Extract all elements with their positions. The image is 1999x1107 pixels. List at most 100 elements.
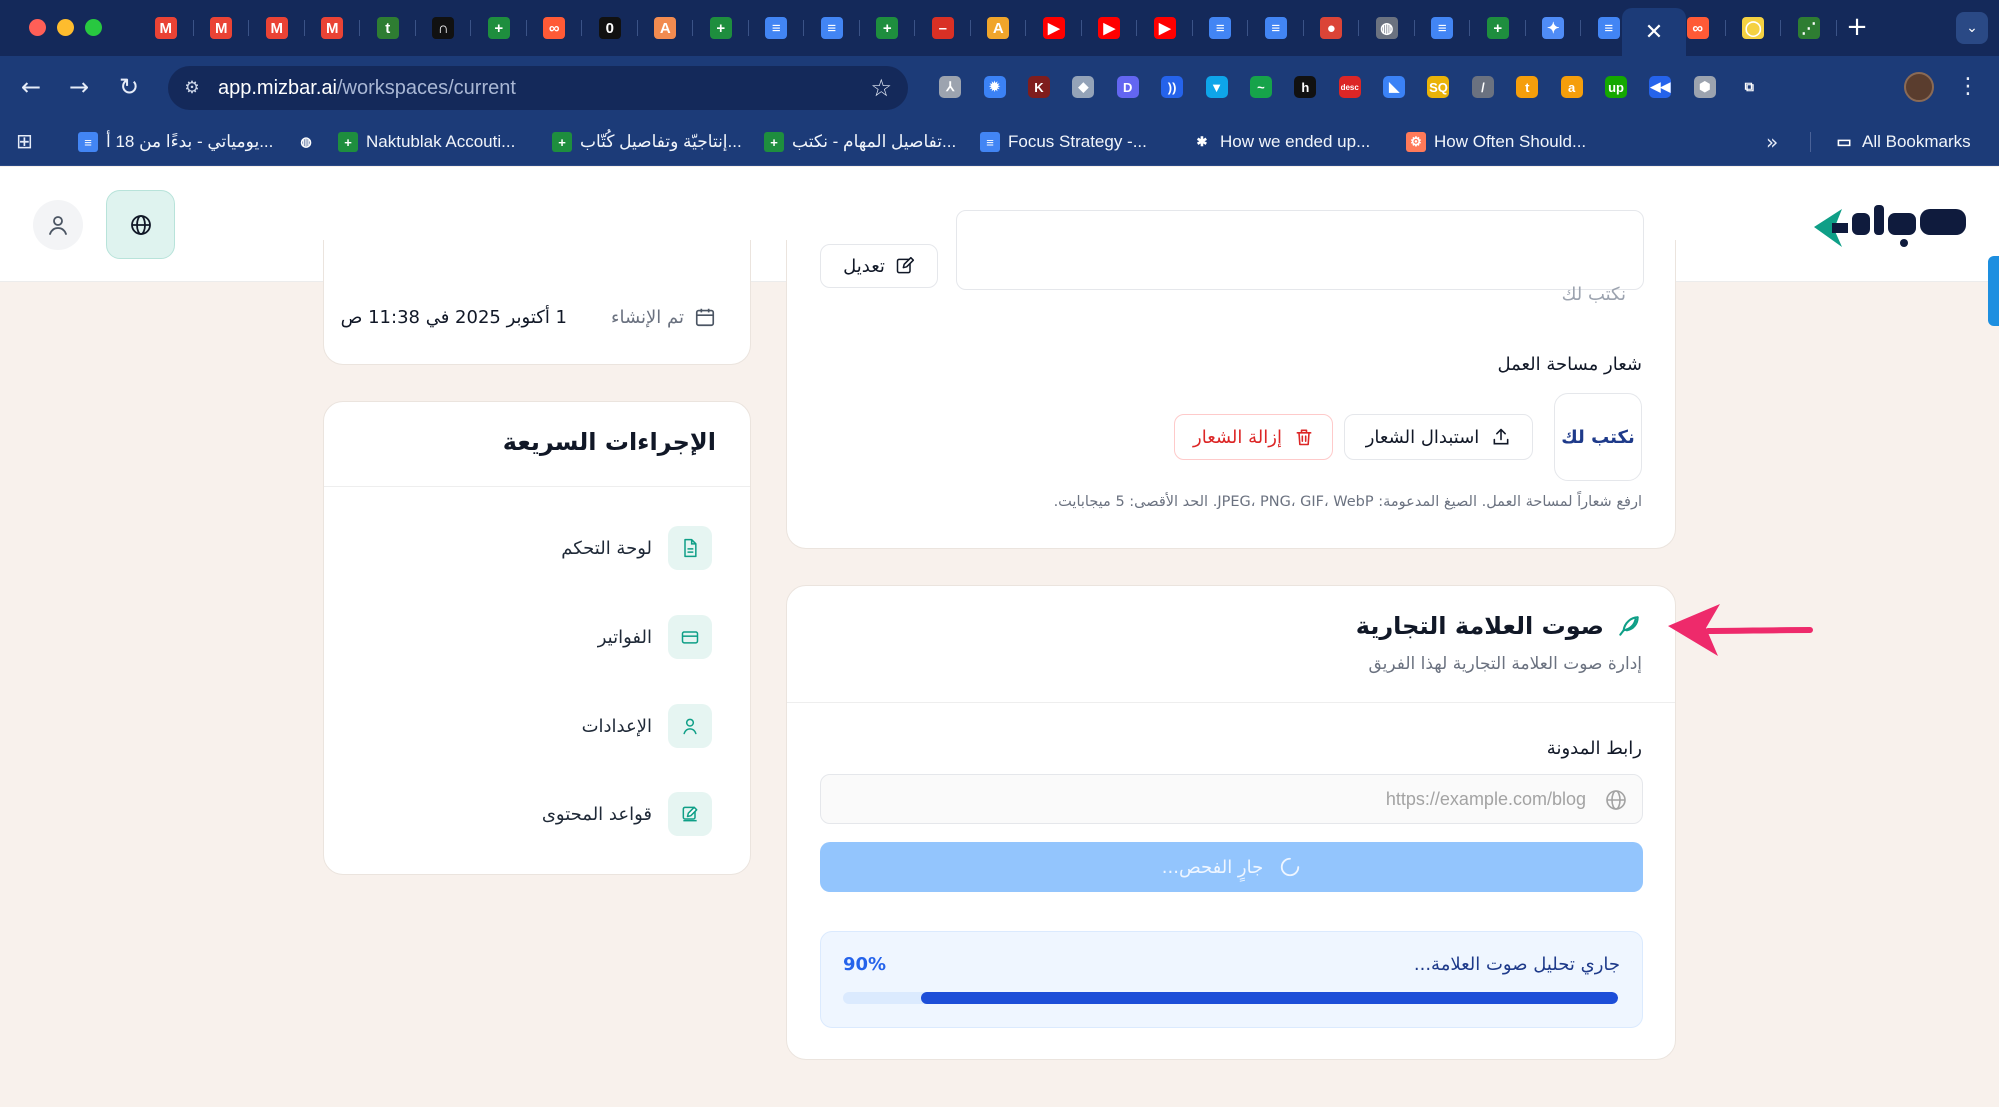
new-tab-button[interactable]: + [1842,12,1872,42]
language-button[interactable] [106,190,175,259]
browser-tab[interactable]: + [860,12,916,44]
browser-tab[interactable]: ≡ [1248,12,1304,44]
quick-action-invoices[interactable]: الفواتير [598,615,712,659]
browser-tab[interactable]: ∞ [527,12,583,44]
extension-button[interactable]: up [1594,72,1638,102]
browser-tab[interactable]: A [971,12,1027,44]
globe-icon [1606,790,1626,810]
browser-tab[interactable]: A [638,12,694,44]
quick-action-content-rules[interactable]: قواعد المحتوى [542,792,712,836]
extension-button[interactable]: K [1017,72,1061,102]
address-bar[interactable]: ⚙ app.mizbar.ai/workspaces/current ☆ [168,66,908,110]
user-menu-button[interactable] [33,200,83,250]
minimize-window-button[interactable] [57,19,74,36]
browser-tab[interactable]: – [915,12,971,44]
extension-button[interactable]: SQ [1416,72,1460,102]
workspace-name-box[interactable] [956,210,1644,290]
maximize-window-button[interactable] [85,19,102,36]
sheets-icon: + [552,132,572,152]
extension-button[interactable]: / [1461,72,1505,102]
extension-button[interactable]: D [1106,72,1150,102]
browser-tab[interactable]: ▶ [1082,12,1138,44]
browser-tab[interactable]: ▶ [1137,12,1193,44]
upload-icon [1493,428,1509,445]
browser-tab[interactable]: ◍ [1359,12,1415,44]
bookmark-item[interactable]: ≡ Focus Strategy -... [980,130,1147,154]
forward-button[interactable]: → [64,72,94,102]
extension-button[interactable]: ◀◀ [1638,72,1682,102]
bookmark-item[interactable]: + تفاصيل المهام - نكتب... [764,130,956,154]
browser-tab[interactable]: ∩ [416,12,472,44]
browser-tab[interactable]: + [471,12,527,44]
tab-search-button[interactable]: ⌄ [1956,12,1988,44]
reload-button[interactable]: ↻ [114,72,144,102]
extension-button[interactable]: a [1549,72,1593,102]
extension-button[interactable]: ▼ [1194,72,1238,102]
remove-logo-button[interactable]: إزالة الشعار [1174,414,1333,460]
back-button[interactable]: ← [16,72,46,102]
n-app-icon: ∩ [432,17,455,39]
docs-icon: ≡ [980,132,1000,152]
extension-button[interactable]: ⅄ [928,72,972,102]
edit-name-button[interactable]: تعديل [820,244,938,288]
profile-avatar[interactable] [1904,72,1934,102]
extension-button[interactable]: ◣ [1372,72,1416,102]
mizbar-logo[interactable] [1812,199,1968,251]
browser-tab[interactable]: ≡ [1415,12,1471,44]
browser-tab[interactable]: M [249,12,305,44]
extension-button[interactable]: desc [1328,72,1372,102]
extension-button[interactable]: ⬢ [1683,72,1727,102]
browser-tab[interactable]: + [693,12,749,44]
side-scroll-tab[interactable] [1988,256,1999,326]
bookmark-item[interactable]: ✱ How we ended up... [1192,130,1370,154]
browser-tab[interactable]: t [360,12,416,44]
sheets-icon: + [487,17,510,39]
browser-tab[interactable]: ∞ [1670,12,1726,44]
bookmark-item[interactable]: ⚙ How Often Should... [1406,130,1586,154]
browser-tab[interactable]: 0 [582,12,638,44]
browser-tab[interactable]: M [138,12,194,44]
browser-tab[interactable]: ⋰ [1781,12,1837,44]
bookmark-item[interactable]: + إنتاجيّة وتفاصيل كُتّاب... [552,130,742,154]
extension-button[interactable]: t [1505,72,1549,102]
browser-tab[interactable]: ◯ [1726,12,1782,44]
workspace-name-field[interactable]: نكتب لك [956,210,1644,320]
browser-tab[interactable]: M [194,12,250,44]
close-window-button[interactable] [29,19,46,36]
browser-tab[interactable]: ✦ [1526,12,1582,44]
extension-button[interactable]: ✹ [972,72,1016,102]
all-bookmarks-label: All Bookmarks [1862,132,1971,151]
browser-tab[interactable]: ≡ [1193,12,1249,44]
bookmark-item[interactable]: ◍ [296,130,316,154]
scan-blog-button[interactable]: جارٍ الفحص... [820,842,1643,892]
bookmark-star-icon[interactable]: ☆ [870,74,892,102]
extension-button[interactable]: )) [1150,72,1194,102]
quick-action-settings[interactable]: الإعدادات [582,704,712,748]
site-settings-icon[interactable]: ⚙ [180,76,204,100]
workspace-name-value: نكتب لك [1561,284,1626,305]
docs-icon: ≡ [1431,17,1454,39]
all-bookmarks[interactable]: ▭ All Bookmarks [1834,130,1971,154]
apps-grid-icon[interactable]: ⊞ [16,130,38,152]
browser-tab[interactable]: ▶ [1026,12,1082,44]
more-bookmarks-icon[interactable]: » [1766,130,1778,154]
quick-actions-divider [324,486,750,487]
brand-voice-subtitle: إدارة صوت العلامة التجارية لهذا الفريق [1368,654,1642,674]
replace-logo-button[interactable]: استبدال الشعار [1344,414,1533,460]
extension-button[interactable]: ◆ [1061,72,1105,102]
close-tab-icon[interactable]: ✕ [1645,20,1663,45]
bookmark-item[interactable]: + Naktublak Accouti... [338,130,515,154]
browser-tab[interactable]: ≡ [804,12,860,44]
quick-action-dashboard[interactable]: لوحة التحكم [561,526,712,570]
browser-menu-icon[interactable]: ⋮ [1956,72,1980,102]
browser-tab[interactable]: + [1470,12,1526,44]
extension-button[interactable]: ~ [1239,72,1283,102]
extension-button[interactable]: ⧉ [1727,72,1771,102]
bookmark-item[interactable]: ≡ يومياتي - بدءًا من 18 أ... [78,130,273,154]
browser-tab[interactable]: ≡ [749,12,805,44]
browser-tab[interactable]: M [305,12,361,44]
extension-button[interactable]: h [1283,72,1327,102]
blog-url-input[interactable] [821,775,1642,823]
blog-url-field[interactable] [820,774,1643,824]
browser-tab[interactable]: ● [1304,12,1360,44]
